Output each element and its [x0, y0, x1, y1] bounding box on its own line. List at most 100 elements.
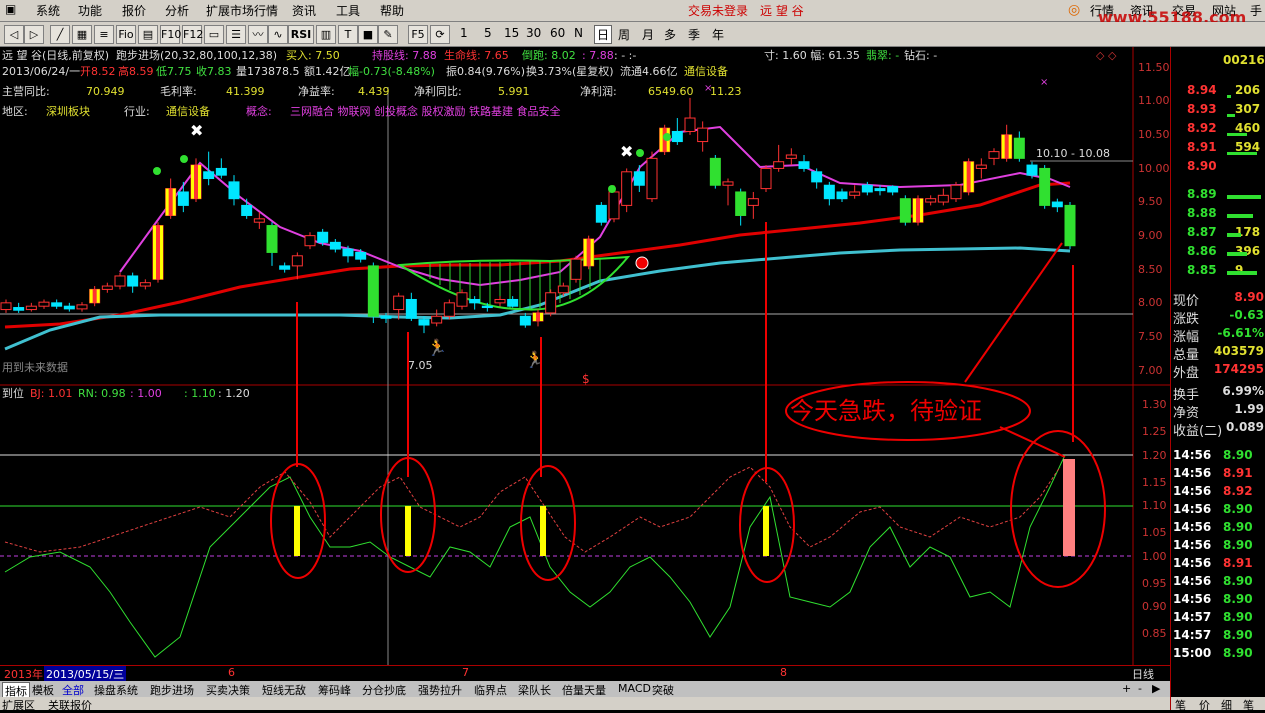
tab-short-term[interactable]: 短线无敌 [262, 682, 306, 698]
menu-help[interactable]: 帮助 [380, 2, 404, 19]
period-month[interactable]: 月 [642, 26, 654, 43]
table-icon[interactable]: ▤ [138, 25, 158, 44]
candle-body [823, 184, 835, 200]
text-icon[interactable]: T [338, 25, 358, 44]
f12-icon[interactable]: F12 [182, 25, 203, 44]
ask-volume: 307 [1235, 102, 1261, 116]
ask-price[interactable]: 8.94 [1187, 83, 1217, 97]
status-related[interactable]: 关联报价 [48, 697, 92, 713]
bid-price[interactable]: 8.86 [1187, 244, 1217, 258]
tab-macd[interactable]: MACD [618, 682, 651, 695]
period-5min[interactable]: 5 [484, 26, 492, 40]
area-value[interactable]: 深圳板块 [46, 104, 90, 118]
tab-more[interactable]: 手 [1250, 2, 1262, 19]
forward-icon[interactable]: ▷ [24, 25, 44, 44]
bid-price[interactable]: 8.88 [1187, 206, 1217, 220]
rsi-button[interactable]: RSI [288, 25, 314, 44]
stack-icon[interactable]: ☰ [226, 25, 246, 44]
tab-breakthrough[interactable]: 突破 [652, 682, 674, 698]
candle-body [127, 275, 139, 287]
tab-critical-point[interactable]: 临界点 [474, 682, 507, 698]
svg-text:11.23: 11.23 [710, 85, 742, 98]
stop-icon[interactable]: ■ [358, 25, 378, 44]
menu-tools[interactable]: 工具 [336, 2, 360, 19]
time-month-6: 6 [228, 666, 235, 679]
tab-ticks[interactable]: 笔 [1175, 697, 1186, 713]
ask-price[interactable]: 8.90 [1187, 159, 1217, 173]
right-arrow-icon[interactable]: ▶ [1152, 682, 1160, 695]
candle-body [228, 181, 240, 200]
menu-extended-market[interactable]: 扩展市场行情 [206, 2, 278, 19]
ask-price[interactable]: 8.93 [1187, 102, 1217, 116]
tab-captain-liang[interactable]: 梁队长 [518, 682, 551, 698]
period-week[interactable]: 周 [618, 26, 630, 43]
tab-price[interactable]: 价 [1199, 697, 1210, 713]
tab-strong-pull[interactable]: 强势拉升 [418, 682, 462, 698]
fio-icon[interactable]: Fio [116, 25, 136, 44]
period-30min[interactable]: 30 [526, 26, 541, 40]
tab-all[interactable]: 全部 [62, 682, 84, 698]
menu-quote[interactable]: 报价 [122, 2, 146, 19]
industry-value[interactable]: 通信设备 [166, 104, 210, 118]
today-signal-bar [1063, 459, 1075, 556]
period-year[interactable]: 年 [712, 26, 724, 43]
refresh-icon[interactable]: ⟳ [430, 25, 450, 44]
tick-time: 14:56 [1173, 574, 1212, 588]
bid-price[interactable]: 8.89 [1187, 187, 1217, 201]
header-diamond: 钻石: - [904, 48, 937, 62]
menu-system[interactable]: 系统 [36, 2, 60, 19]
svg-text:净利润:: 净利润: [580, 84, 617, 98]
login-status[interactable]: 交易未登录 [688, 2, 748, 19]
grid-icon[interactable]: ▦ [72, 25, 92, 44]
diamond-icon[interactable]: ◇ ◇ [1096, 49, 1117, 62]
star-marker: × [1040, 77, 1048, 88]
bars-icon[interactable]: ▥ [316, 25, 336, 44]
header-sector: 通信设备 [684, 64, 728, 78]
ask-price[interactable]: 8.91 [1187, 140, 1217, 154]
minus-icon[interactable]: - [1138, 682, 1142, 695]
low-price-label: 7.05 [408, 359, 433, 372]
tab-detail[interactable]: 细 [1221, 697, 1232, 713]
period-n[interactable]: N [574, 26, 583, 40]
pencil-icon[interactable]: ✎ [378, 25, 398, 44]
f10-icon[interactable]: F10 [160, 25, 181, 44]
f5-button[interactable]: F5 [408, 25, 428, 44]
period-1min[interactable]: 1 [460, 26, 468, 40]
tab-chip-peak[interactable]: 筹码峰 [318, 682, 351, 698]
svg-text:8.00: 8.00 [1138, 296, 1163, 309]
wave-icon[interactable]: ∿ [268, 25, 288, 44]
tab-bottom-fishing[interactable]: 分仓抄底 [362, 682, 406, 698]
candle-body [63, 305, 75, 310]
tab-template[interactable]: 模板 [32, 682, 54, 698]
tab-run-entry[interactable]: 跑步进场 [150, 682, 194, 698]
tab-trading-system[interactable]: 操盘系统 [94, 682, 138, 698]
line-chart-icon[interactable]: ╱ [50, 25, 70, 44]
bid-price[interactable]: 8.87 [1187, 225, 1217, 239]
status-extension[interactable]: 扩展区 [2, 697, 35, 713]
period-quarter[interactable]: 季 [688, 26, 700, 43]
tab-buy-sell[interactable]: 买卖决策 [206, 682, 250, 698]
dollar-icon: $ [582, 372, 590, 386]
window-icon[interactable]: ▭ [204, 25, 224, 44]
period-day[interactable]: 日 [594, 25, 613, 44]
menu-analysis[interactable]: 分析 [165, 2, 189, 19]
kline-chart[interactable]: 远 望 谷(日线,前复权) 跑步进场(20,32,80,100,12,38) 买… [0, 47, 1170, 667]
tab-double-volume[interactable]: 倍量天量 [562, 682, 606, 698]
bid-price[interactable]: 8.85 [1187, 263, 1217, 277]
candle-body [950, 184, 962, 200]
candle-body [279, 265, 291, 270]
concept-value[interactable]: 三网融合 物联网 创投概念 股权激励 铁路基建 食品安全 [290, 104, 560, 118]
menu-news[interactable]: 资讯 [292, 2, 316, 19]
ma-icon[interactable]: 〰 [248, 25, 268, 44]
add-icon[interactable]: + [1122, 682, 1131, 695]
menu-function[interactable]: 功能 [78, 2, 102, 19]
ask-price[interactable]: 8.92 [1187, 121, 1217, 135]
candle-body [355, 251, 367, 260]
period-multi[interactable]: 多 [664, 26, 676, 43]
stat-value: -0.63 [1229, 308, 1264, 322]
period-60min[interactable]: 60 [550, 26, 565, 40]
list-icon[interactable]: ≡ [94, 25, 114, 44]
period-15min[interactable]: 15 [504, 26, 519, 40]
back-icon[interactable]: ◁ [4, 25, 24, 44]
tab-trades[interactable]: 笔 [1243, 697, 1254, 713]
